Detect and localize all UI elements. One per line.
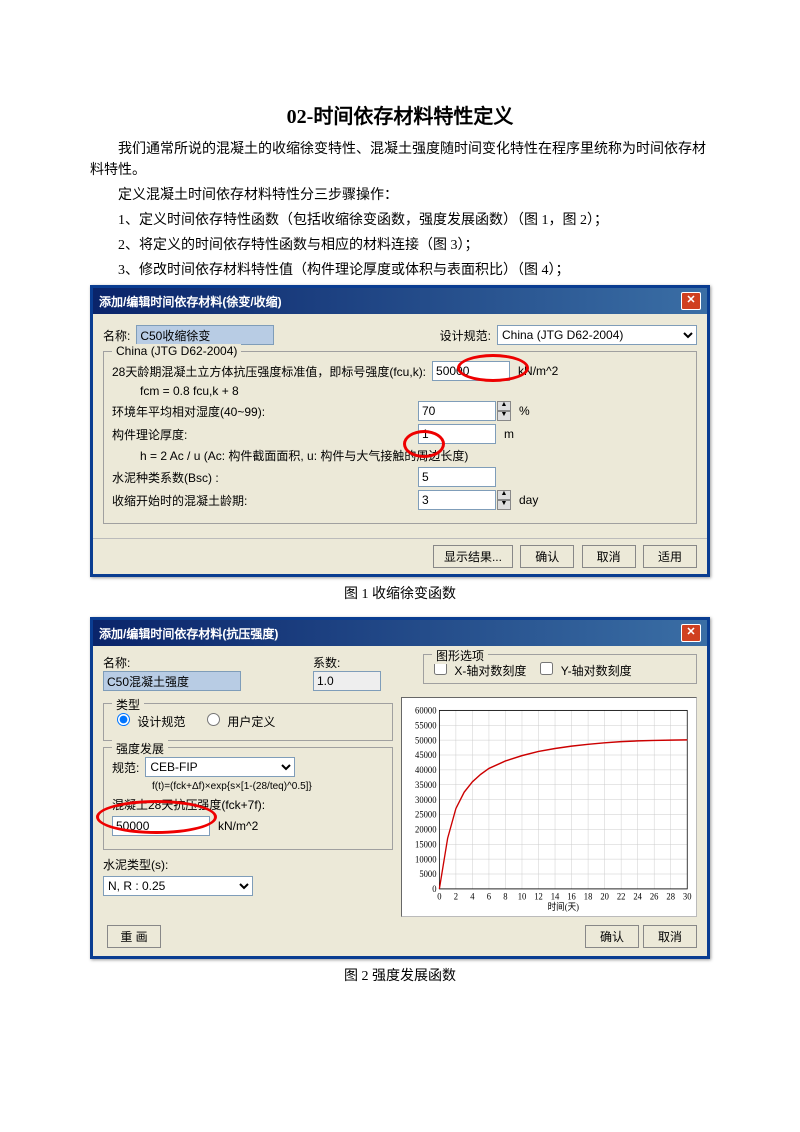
humidity-unit: %	[519, 404, 530, 418]
svg-text:20: 20	[600, 891, 609, 901]
svg-text:18: 18	[584, 891, 593, 901]
button-row: 显示结果... 确认 取消 适用	[93, 538, 707, 574]
svg-text:12: 12	[534, 891, 543, 901]
bsc-label: 水泥种类系数(Bsc) :	[112, 469, 412, 486]
humidity-input[interactable]	[418, 401, 496, 421]
fcu-unit: kN/m^2	[518, 364, 558, 378]
svg-text:35000: 35000	[415, 780, 437, 790]
step-1: 1、定义时间依存特性函数（包括收缩徐变函数，强度发展函数）（图 1，图 2）；	[118, 210, 710, 231]
bsc-input[interactable]	[418, 467, 496, 487]
step-2: 2、将定义的时间依存特性函数与相应的材料连接（图 3）；	[118, 235, 710, 256]
svg-text:40000: 40000	[415, 765, 437, 775]
svg-text:10000: 10000	[415, 854, 437, 864]
svg-text:24: 24	[633, 891, 642, 901]
titlebar[interactable]: 添加/编辑时间依存材料(徐变/收缩) ✕	[93, 288, 707, 314]
cancel-button[interactable]: 取消	[582, 545, 636, 568]
svg-text:0: 0	[437, 891, 442, 901]
svg-text:55000: 55000	[415, 720, 437, 730]
apply-button[interactable]: 适用	[643, 545, 697, 568]
spec-label: 规范:	[112, 759, 139, 776]
xlog-checkbox[interactable]: X-轴对数刻度	[430, 664, 526, 678]
svg-text:45000: 45000	[415, 750, 437, 760]
name-input[interactable]	[136, 325, 274, 345]
ok-button[interactable]: 确认	[520, 545, 574, 568]
close-icon[interactable]: ✕	[681, 292, 701, 310]
spec-select[interactable]: China (JTG D62-2004)	[497, 325, 697, 345]
caption-2: 图 2 强度发展函数	[90, 965, 710, 985]
titlebar[interactable]: 添加/编辑时间依存材料(抗压强度) ✕	[93, 620, 707, 646]
svg-text:60000: 60000	[415, 705, 437, 715]
thickness-unit: m	[504, 427, 514, 441]
name-label: 名称:	[103, 327, 130, 344]
type-user-radio[interactable]: 用户定义	[202, 715, 275, 729]
redraw-button[interactable]: 重 画	[107, 925, 161, 948]
fcu-label: 28天龄期混凝土立方体抗压强度标准值，即标号强度(fcu,k):	[112, 363, 426, 380]
coef-label: 系数:	[313, 654, 413, 671]
svg-text:25000: 25000	[415, 809, 437, 819]
svg-text:30: 30	[683, 891, 692, 901]
svg-text:14: 14	[551, 891, 560, 901]
type-spec-radio[interactable]: 设计规范	[112, 715, 185, 729]
dialog-creep-shrinkage: 添加/编辑时间依存材料(徐变/收缩) ✕ 名称: 设计规范: China (JT…	[90, 285, 710, 577]
humidity-label: 环境年平均相对湿度(40~99):	[112, 403, 412, 420]
formula-text: f(t)=(fck+Δf)×exp{s×[1-(28/teq)^0.5]}	[152, 781, 384, 792]
intro-paragraph-2: 定义混凝土时间依存材料特性分三步骤操作：	[90, 185, 710, 206]
svg-text:50000: 50000	[415, 735, 437, 745]
caption-1: 图 1 收缩徐变函数	[90, 583, 710, 603]
h-formula: h = 2 Ac / u (Ac: 构件截面面积, u: 构件与大气接触的周边长…	[140, 447, 688, 464]
cement-type-select[interactable]: N, R : 0.25	[103, 876, 253, 896]
name-input[interactable]	[103, 671, 241, 691]
strength-dev-legend: 强度发展	[112, 740, 168, 757]
svg-text:时间(天): 时间(天)	[548, 900, 579, 912]
close-icon[interactable]: ✕	[681, 624, 701, 642]
name-label: 名称:	[103, 654, 303, 671]
svg-text:5000: 5000	[419, 869, 437, 879]
page-title: 02-时间依存材料特性定义	[90, 100, 710, 129]
strength-chart: 0 5000 10000 15000 20000 25000 30000 35000 40000…	[401, 697, 697, 917]
coef-input	[313, 671, 381, 691]
dialog-title: 添加/编辑时间依存材料(抗压强度)	[99, 625, 278, 642]
ok-button[interactable]: 确认	[585, 925, 639, 948]
svg-text:16: 16	[567, 891, 576, 901]
ylog-checkbox[interactable]: Y-轴对数刻度	[536, 664, 631, 678]
shrink-age-unit: day	[519, 493, 538, 507]
svg-text:20000: 20000	[415, 824, 437, 834]
show-result-button[interactable]: 显示结果...	[433, 545, 513, 568]
shrink-age-label: 收缩开始时的混凝土龄期:	[112, 492, 412, 509]
intro-paragraph-1: 我们通常所说的混凝土的收缩徐变特性、混凝土强度随时间变化特性在程序里统称为时间依…	[90, 139, 710, 181]
dialog-title: 添加/编辑时间依存材料(徐变/收缩)	[99, 293, 282, 310]
fcm-formula: fcm = 0.8 fcu,k + 8	[140, 384, 688, 398]
svg-text:15000: 15000	[415, 839, 437, 849]
shrink-age-spinner[interactable]: ▲▼	[497, 490, 511, 510]
svg-text:30000: 30000	[415, 794, 437, 804]
spec-select[interactable]: CEB-FIP	[145, 757, 295, 777]
svg-text:4: 4	[470, 891, 475, 901]
fcu-input[interactable]	[432, 361, 510, 381]
thickness-input[interactable]	[418, 424, 496, 444]
svg-text:10: 10	[518, 891, 527, 901]
shrink-age-input[interactable]	[418, 490, 496, 510]
fck-input[interactable]	[112, 816, 210, 836]
spec-label: 设计规范:	[440, 327, 491, 344]
graph-opt-legend: 图形选项	[432, 647, 488, 664]
svg-text:8: 8	[503, 891, 508, 901]
cancel-button[interactable]: 取消	[643, 925, 697, 948]
fieldset-legend: China (JTG D62-2004)	[112, 344, 241, 358]
svg-text:2: 2	[454, 891, 459, 901]
thickness-label: 构件理论厚度:	[112, 426, 412, 443]
type-legend: 类型	[112, 696, 144, 713]
fck-unit: kN/m^2	[218, 819, 258, 833]
svg-text:28: 28	[666, 891, 675, 901]
svg-text:22: 22	[617, 891, 626, 901]
dialog-comp-strength: 添加/编辑时间依存材料(抗压强度) ✕ 名称: 系数: 图形选项 X-轴对数刻度	[90, 617, 710, 959]
step-3: 3、修改时间依存材料特性值（构件理论厚度或体积与表面积比）（图 4）；	[118, 260, 710, 281]
svg-text:6: 6	[487, 891, 492, 901]
svg-text:26: 26	[650, 891, 659, 901]
cement-type-label: 水泥类型(s):	[103, 856, 168, 873]
fck-label: 混凝土28天抗压强度(fck+7f):	[112, 796, 384, 813]
humidity-spinner[interactable]: ▲▼	[497, 401, 511, 421]
